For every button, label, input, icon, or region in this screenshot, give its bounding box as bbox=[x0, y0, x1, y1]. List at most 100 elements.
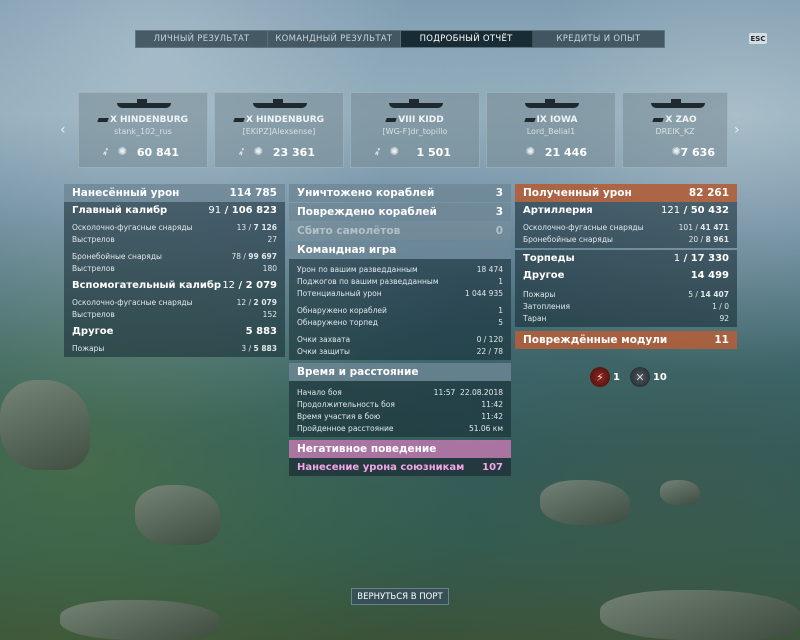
ship-silhouette-icon bbox=[117, 99, 171, 108]
tab-personal-result[interactable]: ЛИЧНЫЙ РЕЗУЛЬТАТ bbox=[136, 31, 269, 47]
background-rock bbox=[60, 600, 220, 640]
artillery-details: Осколочно-фугасные снаряды 101 / 41 471 Б… bbox=[515, 219, 737, 248]
player-name: [WG-F]dr_topillo bbox=[382, 127, 448, 136]
ap-shells-row: Бронебойные снаряды 78 / 99 697 bbox=[72, 251, 277, 261]
torpedoes-row: Торпеды 1 / 17 330 bbox=[515, 250, 737, 267]
ship-damage: 60 841 bbox=[136, 146, 179, 159]
ship-damage: 23 361 bbox=[272, 146, 315, 159]
nation-flag-icon bbox=[523, 117, 536, 122]
shots-row: Выстрелов 27 bbox=[72, 234, 277, 244]
battle-start-row: Начало боя 11:57 22.08.2018 bbox=[297, 387, 503, 397]
player-name: stank_102_rus bbox=[114, 127, 172, 136]
player-name: [EKIPZ]Alexsense] bbox=[242, 127, 316, 136]
shell-icon: ➶ bbox=[235, 143, 249, 160]
ship-name: X ZAO bbox=[665, 115, 697, 125]
ship-card[interactable]: X HINDENBURG [EKIPZ]Alexsense] ➶ ✺ 23 36… bbox=[214, 92, 344, 168]
nation-flag-icon bbox=[97, 117, 109, 122]
tab-bar: ЛИЧНЫЙ РЕЗУЛЬТАТ КОМАНДНЫЙ РЕЗУЛЬТАТ ПОД… bbox=[135, 30, 665, 48]
damage-dealt-header: Нанесённый урон 114 785 bbox=[64, 184, 285, 202]
engine-damage-icon: ⚡ bbox=[590, 367, 610, 387]
ap-shells-row: Бронебойные снаряды 20 / 8 961 bbox=[523, 234, 729, 244]
time-distance-header: Время и расстояние bbox=[289, 363, 511, 381]
ship-card[interactable]: VIII KIDD [WG-F]dr_topillo ➶ ✺ 1 501 bbox=[350, 92, 480, 168]
defense-points-row: Очки защиты 22 / 78 bbox=[297, 346, 503, 356]
ships-destroyed-row: Уничтожено кораблей 3 bbox=[289, 184, 511, 202]
battle-duration-row: Продолжительность боя 11:42 bbox=[297, 399, 503, 409]
other-received-details: Пожары 5 / 14 407 Затопления 1 / 0 Таран 92 bbox=[515, 284, 737, 327]
ship-damage: 21 446 bbox=[544, 146, 587, 159]
other-damage-details: Пожары 3 / 5 883 bbox=[64, 340, 285, 357]
capture-points-row: Очки захвата 0 / 120 bbox=[297, 334, 503, 344]
ship-silhouette-icon bbox=[253, 99, 307, 108]
secondary-battery-details: Осколочно-фугасные снаряды 12 / 2 079 Выс… bbox=[64, 294, 285, 323]
ship-silhouette-icon bbox=[389, 99, 443, 108]
ramming-row: Таран 92 bbox=[523, 313, 729, 323]
other-received-row: Другое 14 499 bbox=[515, 267, 737, 284]
ship-name: X HINDENBURG bbox=[245, 115, 325, 125]
damage-received-panel: Полученный урон 82 261 Артиллерия 121 / 5… bbox=[515, 184, 737, 349]
time-distance-details: Начало боя 11:57 22.08.2018 Продолжительн… bbox=[289, 381, 511, 437]
damaged-modules-icons: ⚡ 1 ✕ 10 bbox=[590, 367, 667, 387]
nation-flag-icon bbox=[233, 117, 245, 122]
spotting-damage-row: Урон по вашим разведданным 18 474 bbox=[297, 264, 503, 274]
fires-row: Пожары 3 / 5 883 bbox=[72, 343, 277, 353]
damage-burst-icon: ✺ bbox=[253, 145, 263, 158]
potential-damage-row: Потенциальный урон 1 044 935 bbox=[297, 288, 503, 298]
background-rock bbox=[540, 480, 630, 525]
ships-spotted-row: Обнаружено кораблей 1 bbox=[297, 305, 503, 315]
damage-dealt-panel: Нанесённый урон 114 785 Главный калибр 91… bbox=[64, 184, 285, 357]
esc-key-icon[interactable]: ESC bbox=[749, 33, 767, 44]
background-rock bbox=[600, 590, 800, 640]
tab-credits-xp[interactable]: КРЕДИТЫ И ОПЫТ bbox=[533, 31, 664, 47]
spotting-fires-row: Поджогов по вашим разведданным 1 bbox=[297, 276, 503, 286]
shell-icon: ➶ bbox=[371, 143, 385, 160]
nation-flag-icon bbox=[385, 117, 398, 122]
ship-name: X HINDENBURG bbox=[109, 115, 189, 125]
background-rock bbox=[0, 380, 90, 470]
negative-behavior-header: Негативное поведение bbox=[289, 440, 511, 458]
teamwork-header: Командная игра bbox=[289, 241, 511, 259]
flooding-row: Затопления 1 / 0 bbox=[523, 301, 729, 311]
damage-received-header: Полученный урон 82 261 bbox=[515, 184, 737, 202]
ship-silhouette-icon bbox=[525, 99, 579, 108]
tab-team-result[interactable]: КОМАНДНЫЙ РЕЗУЛЬТАТ bbox=[268, 31, 401, 47]
he-shells-row: Осколочно-фугасные снаряды 101 / 41 471 bbox=[523, 222, 729, 232]
secondary-battery-row: Вспомогательный калибр 12 / 2 079 bbox=[64, 277, 285, 294]
ship-card[interactable]: IX IOWA Lord_Belial1 ✺ 21 446 bbox=[486, 92, 616, 168]
background-rock bbox=[660, 480, 700, 505]
combat-summary-panel: Уничтожено кораблей 3 Повреждено кораблей… bbox=[289, 184, 511, 476]
chevron-left-icon[interactable]: ‹ bbox=[60, 122, 66, 138]
planes-shot-down-row: Сбито самолётов 0 bbox=[289, 222, 511, 240]
artillery-row: Артиллерия 121 / 50 432 bbox=[515, 202, 737, 219]
return-to-port-button[interactable]: ВЕРНУТЬСЯ В ПОРТ bbox=[351, 588, 449, 605]
damage-burst-icon: ✺ bbox=[389, 145, 399, 158]
distance-row: Пройденное расстояние 51.06 км bbox=[297, 423, 503, 433]
shell-icon: ➶ bbox=[99, 143, 113, 160]
module-engine: ⚡ 1 bbox=[590, 367, 620, 387]
ship-silhouette-icon bbox=[651, 99, 705, 108]
shots-row: Выстрелов 180 bbox=[72, 263, 277, 273]
time-in-battle-row: Время участия в бою 11:42 bbox=[297, 411, 503, 421]
chevron-right-icon[interactable]: › bbox=[734, 122, 740, 138]
tab-detailed-report[interactable]: ПОДРОБНЫЙ ОТЧЁТ bbox=[400, 31, 533, 47]
nation-flag-icon bbox=[652, 117, 665, 122]
damage-burst-icon: ✺ bbox=[117, 145, 127, 158]
fires-row: Пожары 5 / 14 407 bbox=[523, 289, 729, 299]
main-battery-row: Главный калибр 91 / 106 823 bbox=[64, 202, 285, 219]
main-battery-details: Осколочно-фугасные снаряды 13 / 7 126 Выс… bbox=[64, 219, 285, 277]
player-name: Lord_Belial1 bbox=[526, 127, 576, 136]
player-name: DREIK_KZ bbox=[655, 127, 695, 136]
ship-card[interactable]: X ZAO DREIK_KZ ✺ 7 636 bbox=[622, 92, 728, 168]
he-shells-row: Осколочно-фугасные снаряды 12 / 2 079 bbox=[72, 297, 277, 307]
ally-damage-row: Нанесение урона союзникам 107 bbox=[289, 458, 511, 476]
damage-burst-icon: ✺ bbox=[525, 145, 535, 158]
ships-damaged-row: Повреждено кораблей 3 bbox=[289, 203, 511, 221]
ship-name: IX IOWA bbox=[536, 115, 578, 125]
background-rock bbox=[135, 485, 220, 545]
ship-damage: 7 636 bbox=[680, 146, 715, 159]
ship-name: VIII KIDD bbox=[398, 115, 444, 125]
module-turret: ✕ 10 bbox=[629, 367, 667, 387]
he-shells-row: Осколочно-фугасные снаряды 13 / 7 126 bbox=[72, 222, 277, 232]
ship-card[interactable]: X HINDENBURG stank_102_rus ➶ ✺ 60 841 bbox=[78, 92, 208, 168]
turret-damage-icon: ✕ bbox=[629, 367, 650, 387]
